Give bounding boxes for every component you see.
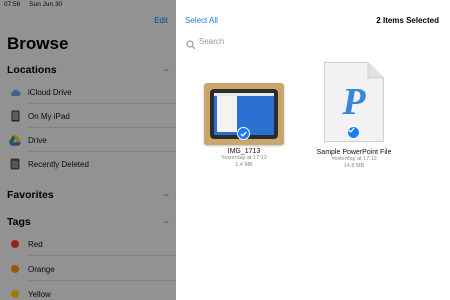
divider (28, 280, 176, 281)
powerpoint-file-thumbnail: P (324, 62, 384, 142)
google-drive-icon (9, 134, 21, 146)
section-title-favorites: Favorites (7, 189, 54, 201)
sidebar-item-icloud-drive[interactable]: iCloud Drive (0, 80, 176, 104)
tag-dot-wrapper (9, 288, 21, 300)
icloud-icon (9, 86, 21, 98)
edit-button[interactable]: Edit (154, 16, 168, 25)
image-thumbnail (204, 83, 284, 145)
orange-tag-dot (11, 265, 19, 273)
chevron-down-icon: › (159, 220, 174, 224)
section-header-favorites[interactable]: Favorites › (7, 186, 174, 204)
file-name: Sample PowerPoint File (316, 149, 392, 156)
status-time: 07:56 (4, 1, 21, 8)
file-date: Yesterday at 17:12 (221, 155, 267, 161)
file-browser-panel: Select All 2 Items Selected Search IMG_1… (176, 0, 450, 300)
red-tag-dot (11, 240, 19, 248)
sidebar-item-drive[interactable]: Drive (0, 128, 176, 152)
file-size: 14.8 MB (343, 163, 365, 169)
sidebar-item-label: Drive (28, 135, 47, 145)
selected-check-icon (237, 127, 250, 140)
page-title: Browse (7, 34, 69, 53)
ipad-icon (9, 110, 21, 122)
sidebar-item-on-my-ipad[interactable]: On My iPad (0, 104, 176, 128)
svg-text:P: P (341, 81, 366, 123)
yellow-tag-dot (11, 290, 19, 298)
sidebar-item-label: Yellow (28, 289, 51, 299)
file-name: IMG_1713 (227, 148, 261, 155)
sidebar-item-label: Orange (28, 264, 55, 274)
file-item-sample-powerpoint[interactable]: P Sample PowerPoint File Yesterday at 17… (304, 62, 404, 170)
status-date: Sun Jun 30 (29, 1, 63, 8)
search-field[interactable]: Search (182, 34, 442, 49)
select-all-button[interactable]: Select All (185, 16, 218, 25)
section-title-tags: Tags (7, 216, 31, 228)
selection-count: 2 Items Selected (376, 16, 439, 25)
section-header-tags[interactable]: Tags › (7, 213, 174, 231)
selected-check-icon (347, 126, 360, 139)
file-item-img-1713[interactable]: IMG_1713 Yesterday at 17:12 1.4 MB (194, 62, 294, 169)
section-header-locations[interactable]: Locations › (7, 61, 174, 79)
sidebar-item-label: On My iPad (28, 111, 70, 121)
status-bar: 07:56 Sun Jun 30 (4, 1, 62, 8)
divider (28, 255, 176, 256)
sidebar-item-label: iCloud Drive (28, 87, 72, 97)
sidebar-item-label: Red (28, 239, 43, 249)
file-size: 1.4 MB (235, 162, 253, 168)
sidebar-item-label: Recently Deleted (28, 159, 89, 169)
search-icon (186, 37, 196, 49)
tag-dot-wrapper (9, 238, 21, 250)
sidebar-item-tag-yellow[interactable]: Yellow (0, 282, 176, 300)
sidebar: 07:56 Sun Jun 30 Edit Browse Locations ›… (0, 0, 176, 300)
sidebar-item-tag-red[interactable]: Red (0, 232, 176, 256)
file-date: Yesterday at 17:12 (331, 156, 377, 162)
trash-icon (9, 158, 21, 170)
tag-dot-wrapper (9, 263, 21, 275)
sidebar-item-recently-deleted[interactable]: Recently Deleted (0, 152, 176, 176)
chevron-down-icon: › (159, 193, 174, 197)
section-title-locations: Locations (7, 64, 57, 76)
sidebar-item-tag-orange[interactable]: Orange (0, 257, 176, 281)
search-placeholder: Search (199, 37, 225, 46)
chevron-down-icon: › (159, 68, 174, 72)
